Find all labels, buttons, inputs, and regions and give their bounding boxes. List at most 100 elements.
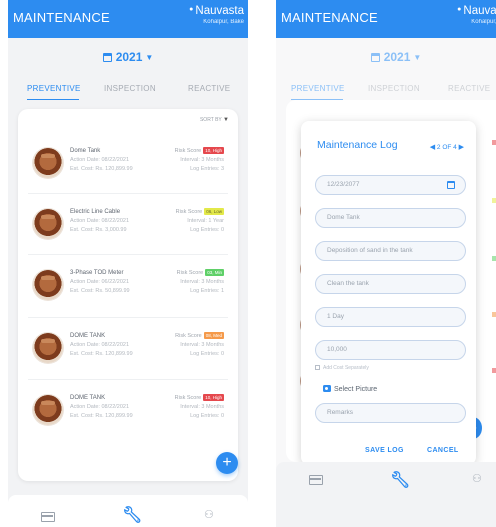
asset-list: SORT BY ▼ Dome Tank Action Date: 08/22/2… <box>18 109 238 481</box>
select-picture-button[interactable]: Select Picture <box>323 385 377 393</box>
list-item[interactable]: DOME TANK Action Date: 08/22/2021 Est. C… <box>18 386 238 446</box>
asset-thumbnail <box>33 395 63 425</box>
location-selector[interactable]: ●Nauvasta Kohalpur, Bake <box>189 3 244 26</box>
duration-field[interactable]: 1 Day <box>315 307 466 327</box>
tab-inspection[interactable]: INSPECTION <box>104 84 156 93</box>
select-picture-label: Select Picture <box>334 386 378 393</box>
date-field[interactable]: 12/23/2077 <box>315 175 466 195</box>
log-entries: Log Entries: 0 <box>190 227 224 233</box>
remarks-field[interactable]: Remarks <box>315 403 466 423</box>
sort-by-label: SORT BY <box>199 117 222 123</box>
asset-field[interactable]: Dome Tank <box>315 208 466 228</box>
est-cost: Est. Cost: Rs. 120,899.99 <box>70 166 133 172</box>
asset-name: 3-Phase TOD Meter <box>70 270 124 276</box>
app-title: MAINTENANCE <box>13 10 110 25</box>
est-cost: Est. Cost: Rs. 120,899.99 <box>70 351 133 357</box>
risk-score: Risk Score 06, Low <box>176 208 224 215</box>
calendar-icon[interactable] <box>447 181 455 189</box>
divider <box>28 317 228 318</box>
risk-label: Risk Score <box>174 148 202 154</box>
year-value: 2021 <box>115 50 143 64</box>
task-value: Clean the tank <box>327 280 369 287</box>
add-button[interactable]: + <box>216 452 238 474</box>
tab-preventive[interactable]: PREVENTIVE <box>27 84 81 93</box>
cancel-button[interactable]: CANCEL <box>427 447 459 454</box>
cost-field[interactable]: 10,000 <box>315 340 466 360</box>
dialog-title: Maintenance Log <box>317 139 398 151</box>
location-name: Nauvasta <box>195 5 244 17</box>
asset-thumbnail <box>33 270 63 300</box>
risk-score: Risk Score 10, High <box>175 394 224 401</box>
issue-value: Deposition of sand in the tank <box>327 247 413 254</box>
sort-by-button[interactable]: SORT BY ▼ <box>200 117 229 123</box>
action-date: Action Date: 08/22/2021 <box>70 342 130 348</box>
asset-name: Electric Line Cable <box>70 209 121 215</box>
tab-reactive[interactable]: REACTIVE <box>188 84 230 93</box>
location-selector[interactable]: ●Nauvasta Kohalpur, Bake <box>457 3 496 26</box>
save-log-button[interactable]: SAVE LOG <box>365 447 404 454</box>
asset-thumbnail <box>33 148 63 178</box>
location-sub: Kohalpur, Bake <box>203 19 244 25</box>
asset-thumbnail <box>33 209 63 239</box>
list-item[interactable]: Electric Line Cable Action Date: 08/22/2… <box>18 200 238 260</box>
pager-label: 2 OF 4 <box>436 144 457 151</box>
wrench-icon[interactable]: 🔧︎ <box>122 505 142 525</box>
log-entries: Log Entries: 1 <box>190 288 224 294</box>
log-entries: Log Entries: 0 <box>190 413 224 419</box>
list-item[interactable]: Dome Tank Action Date: 08/22/2021 Est. C… <box>18 139 238 199</box>
interval: Interval: 3 Months <box>180 157 224 163</box>
people-icon[interactable]: ⚇ <box>472 472 482 485</box>
app-header: MAINTENANCE ●Nauvasta Kohalpur, Bake <box>8 0 248 38</box>
risk-badge: 06, Low <box>204 208 224 215</box>
checkbox-label: Add Cost Separately <box>323 365 369 371</box>
risk-score: Risk Score 03, Min <box>177 269 224 276</box>
wrench-icon[interactable]: 🔧︎ <box>390 470 410 490</box>
date-value: 12/23/2077 <box>327 181 360 188</box>
action-date: Action Date: 08/22/2021 <box>70 218 130 224</box>
est-cost: Est. Cost: Rs. 50,899.99 <box>70 288 130 294</box>
cost-value: 10,000 <box>327 346 347 353</box>
location-name: Nauvasta <box>463 5 496 17</box>
card-icon[interactable] <box>309 475 323 485</box>
risk-badge: 03, Min <box>205 269 224 276</box>
location-pin-icon: ● <box>189 6 194 13</box>
issue-field[interactable]: Deposition of sand in the tank <box>315 241 466 261</box>
risk-badge: 08, Med <box>203 332 224 339</box>
list-item[interactable]: 3-Phase TOD Meter Action Date: 06/22/202… <box>18 261 238 321</box>
est-cost: Est. Cost: Rs. 3,000.99 <box>70 227 127 233</box>
action-date: Action Date: 06/22/2021 <box>70 279 130 285</box>
divider <box>28 379 228 380</box>
people-icon[interactable]: ⚇ <box>204 508 214 521</box>
list-item[interactable]: DOME TANK Action Date: 08/22/2021 Est. C… <box>18 324 238 384</box>
divider <box>28 193 228 194</box>
maintenance-log-dialog: Maintenance Log ◀ 2 OF 4 ▶ 12/23/2077 Do… <box>301 121 476 465</box>
chevron-left-icon[interactable]: ◀ <box>430 144 435 151</box>
risk-label: Risk Score <box>176 270 204 276</box>
bottom-nav: 🔧︎ ⚇ <box>8 495 248 527</box>
maintenance-log-screen: MAINTENANCE ●Nauvasta Kohalpur, Bake 202… <box>276 0 496 527</box>
chevron-down-icon: ▼ <box>223 117 229 123</box>
asset-name: Dome Tank <box>70 148 101 154</box>
risk-score: Risk Score 10, High <box>175 147 224 154</box>
task-field[interactable]: Clean the tank <box>315 274 466 294</box>
chevron-right-icon[interactable]: ▶ <box>459 144 464 151</box>
asset-thumbnail <box>33 333 63 363</box>
risk-label: Risk Score <box>175 333 202 339</box>
divider <box>28 254 228 255</box>
duration-value: 1 Day <box>327 313 344 320</box>
location-pin-icon: ● <box>457 6 462 13</box>
asset-value: Dome Tank <box>327 214 360 221</box>
remarks-placeholder: Remarks <box>327 409 354 416</box>
bottom-nav: 🔧︎ ⚇ <box>276 462 496 527</box>
calendar-icon <box>102 53 112 62</box>
location-sub: Kohalpur, Bake <box>471 19 496 25</box>
checkbox[interactable] <box>315 365 320 370</box>
risk-badge: 10, High <box>203 147 224 154</box>
card-icon[interactable] <box>41 512 55 522</box>
interval: Interval: 3 Months <box>180 279 224 285</box>
pager: ◀ 2 OF 4 ▶ <box>430 143 464 151</box>
add-cost-checkbox-row[interactable]: Add Cost Separately <box>315 365 369 371</box>
active-tab-indicator <box>27 99 79 100</box>
log-entries: Log Entries: 0 <box>190 351 224 357</box>
year-selector[interactable]: 2021 ▼ <box>8 50 248 64</box>
